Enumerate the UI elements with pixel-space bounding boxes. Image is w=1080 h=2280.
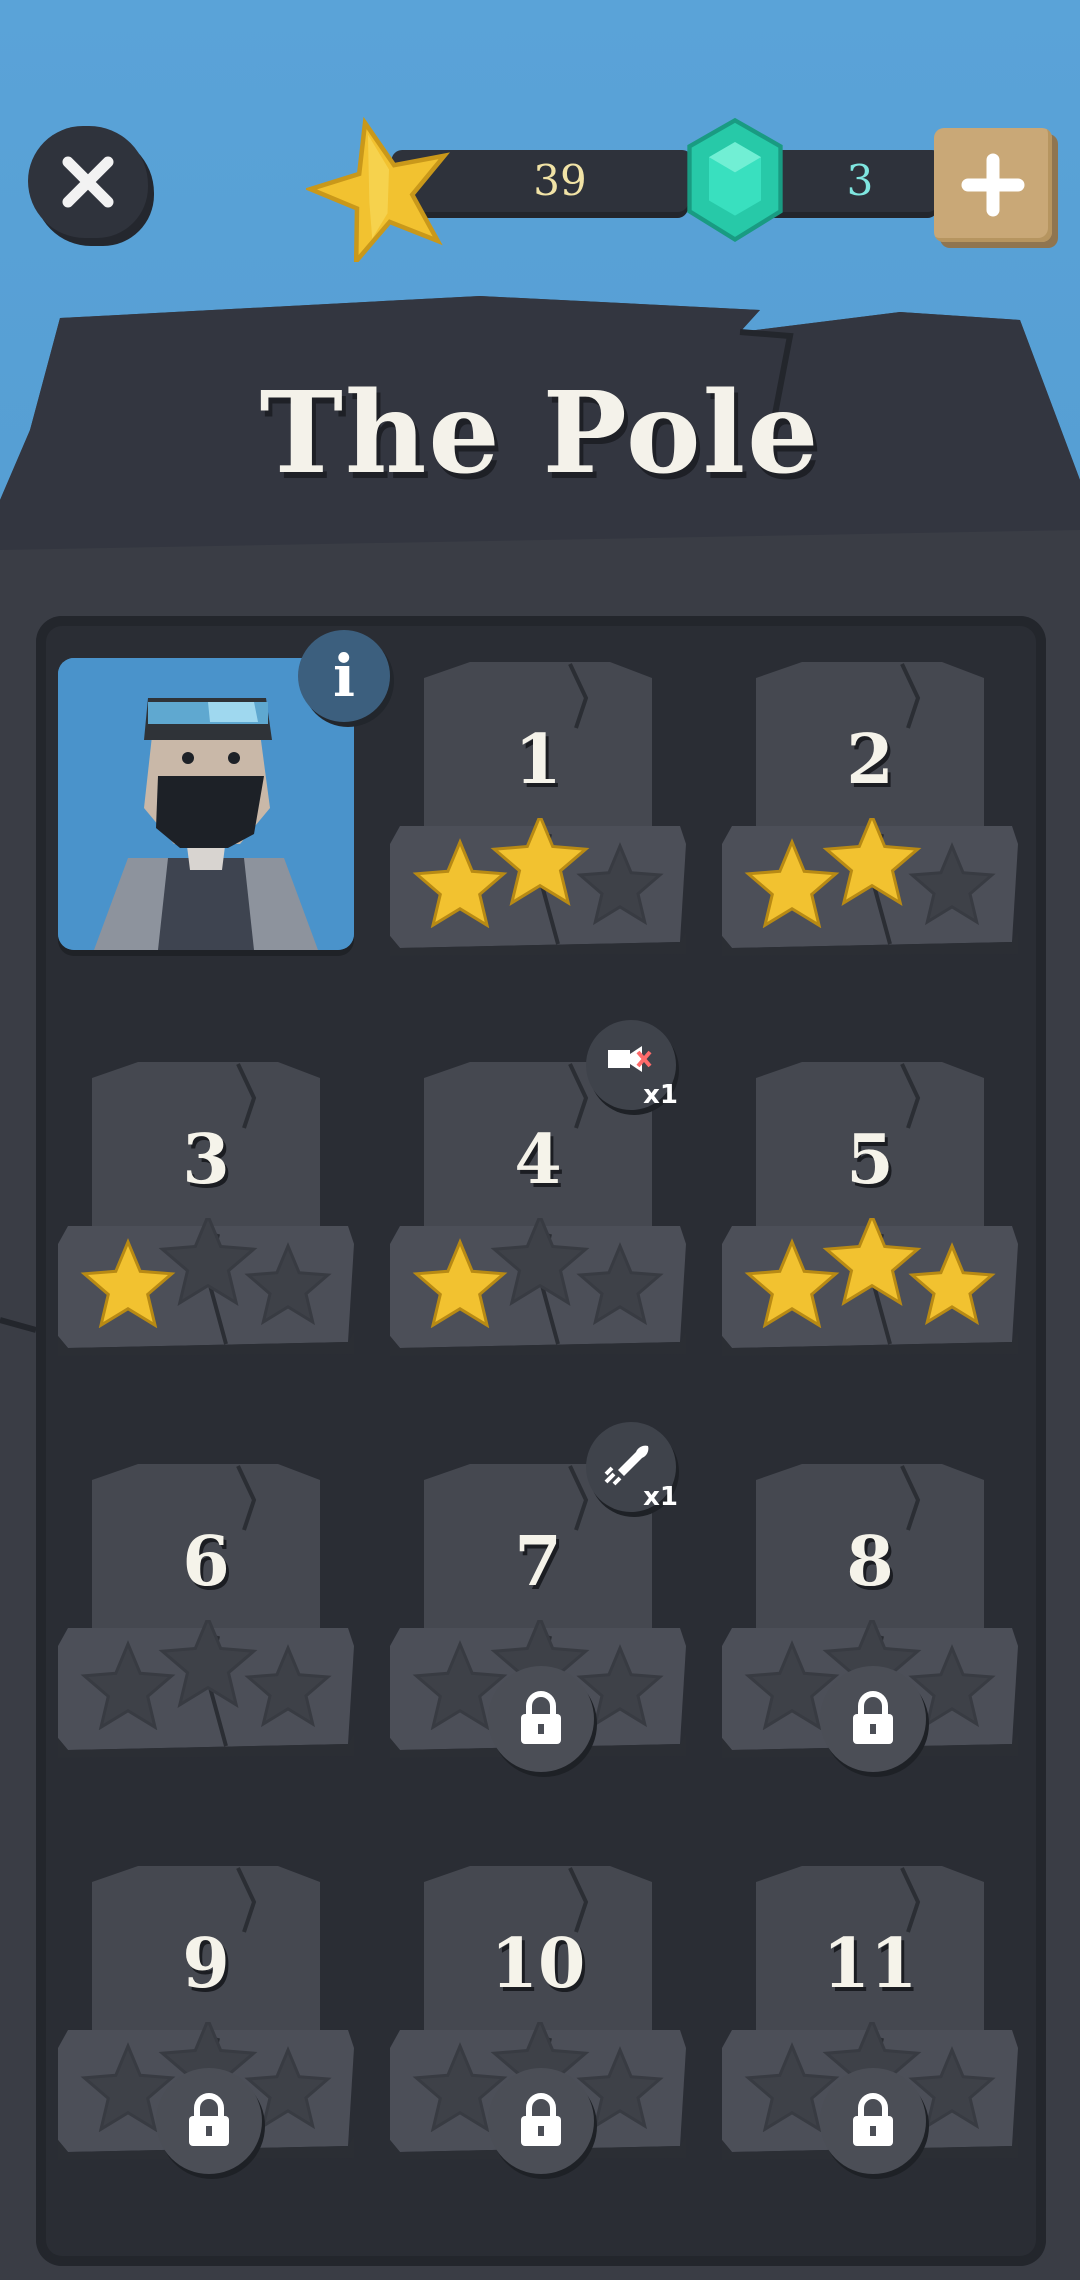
level-tile-11: 11 [722, 1862, 1018, 2174]
level-tile-4[interactable]: 4 x1 [390, 1020, 686, 1358]
earned-star-icon [412, 1238, 508, 1328]
powerup-count: x1 [643, 1482, 678, 1512]
level-tile-1[interactable]: 1 [390, 658, 686, 958]
info-icon: i [332, 642, 356, 710]
level-star-rating [80, 1620, 332, 1730]
level-star-rating [744, 1218, 996, 1328]
star-icon [306, 116, 450, 262]
add-currency-button[interactable] [934, 128, 1052, 242]
level-number: 8 [846, 1522, 894, 1602]
world-title: The Pole [259, 368, 821, 499]
close-button[interactable] [28, 126, 148, 238]
muted-cannon-icon: x1 [586, 1020, 678, 1110]
earned-star-icon [744, 1238, 840, 1328]
level-tile-2[interactable]: 2 [722, 658, 1018, 958]
earned-star-icon [822, 818, 922, 906]
earned-star-icon [80, 1238, 176, 1328]
level-number: 4 [514, 1120, 562, 1200]
level-number: 9 [182, 1924, 230, 2004]
level-number: 2 [846, 720, 894, 800]
earned-star-icon [822, 1218, 922, 1306]
level-number: 11 [822, 1924, 918, 2004]
gem-icon [687, 117, 783, 243]
level-star-rating [80, 1218, 332, 1328]
earned-star-icon [412, 838, 508, 928]
level-star-rating [744, 818, 996, 928]
lock-icon [488, 2068, 594, 2174]
empty-star-icon [908, 842, 996, 926]
level-star-rating [412, 1218, 664, 1328]
level-tile-8: 8 [722, 1460, 1018, 1772]
level-tile-7: 7 x1 [390, 1422, 686, 1772]
level-tile-6[interactable]: 6 [58, 1460, 354, 1760]
empty-star-icon [576, 842, 664, 926]
powerup-count: x1 [643, 1080, 678, 1110]
lock-icon [820, 2068, 926, 2174]
top-bar: 39 3 [0, 0, 1080, 300]
level-number: 5 [846, 1120, 894, 1200]
character-info-button[interactable]: i [298, 630, 390, 722]
empty-star-icon [158, 1218, 258, 1306]
lock-icon [488, 1666, 594, 1772]
empty-star-icon [158, 1620, 258, 1708]
empty-star-icon [576, 1242, 664, 1326]
plus-icon [961, 153, 1025, 217]
close-icon [62, 156, 114, 208]
empty-star-icon [244, 1242, 332, 1326]
gem-count: 3 [846, 156, 874, 205]
lock-icon [820, 1666, 926, 1772]
earned-star-icon [744, 838, 840, 928]
level-star-rating [412, 818, 664, 928]
level-tile-5[interactable]: 5 [722, 1058, 1018, 1358]
level-tile-9: 9 [58, 1862, 354, 2174]
empty-star-icon [490, 1218, 590, 1306]
earned-star-icon [908, 1242, 996, 1326]
earned-star-icon [490, 818, 590, 906]
level-number: 6 [182, 1522, 230, 1602]
star-count: 39 [533, 156, 587, 205]
level-number: 7 [514, 1522, 562, 1602]
empty-star-icon [244, 1644, 332, 1728]
rocket-icon: x1 [586, 1422, 678, 1512]
empty-star-icon [80, 1640, 176, 1730]
lock-icon [156, 2068, 262, 2174]
level-number: 3 [182, 1120, 230, 1200]
level-number: 10 [490, 1924, 586, 2004]
level-number: 1 [514, 720, 562, 800]
level-tile-3[interactable]: 3 [58, 1058, 354, 1358]
level-tile-10: 10 [390, 1862, 686, 2174]
